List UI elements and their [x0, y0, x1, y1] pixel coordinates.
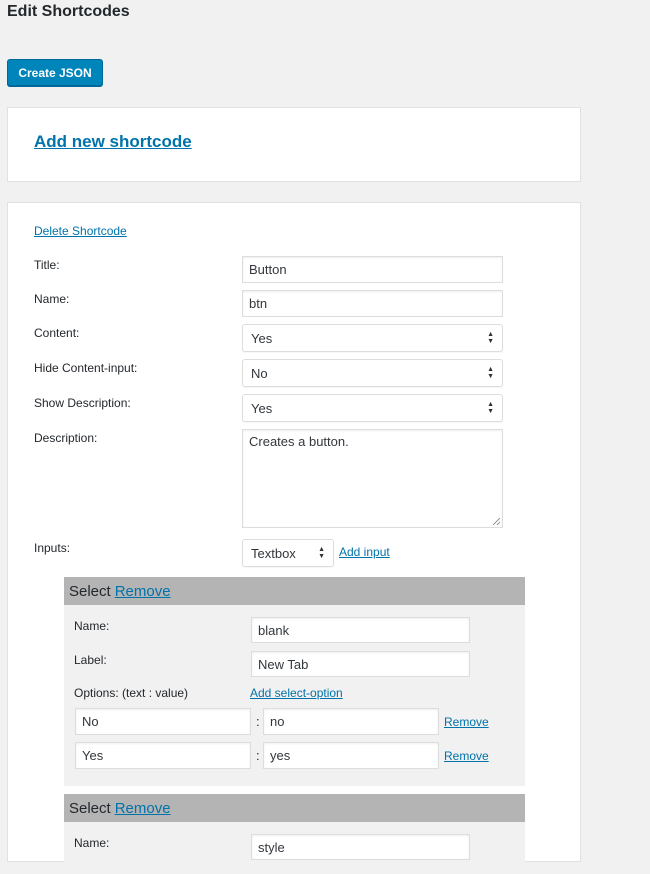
content-select-value: Yes [251, 330, 273, 346]
block-name-label: Name: [74, 836, 110, 850]
option-separator: : [256, 748, 260, 763]
hide-content-label: Hide Content-input: [34, 361, 138, 375]
description-textarea-value: Creates a button. [249, 434, 349, 449]
hide-content-select-value: No [251, 365, 268, 381]
description-textarea[interactable]: Creates a button. [242, 429, 503, 528]
show-description-label: Show Description: [34, 396, 131, 410]
option-text-value: No [82, 714, 99, 729]
title-input[interactable]: Button [242, 256, 503, 283]
name-label: Name: [34, 292, 70, 306]
description-label: Description: [34, 431, 98, 445]
show-description-select-value: Yes [251, 400, 273, 416]
option-text-input[interactable]: No [75, 708, 251, 735]
content-select[interactable]: Yes ▲ ▼ [242, 324, 503, 352]
option-text-input[interactable]: Yes [75, 742, 251, 769]
options-label: Options: (text : value) [74, 686, 189, 700]
option-separator: : [256, 714, 260, 729]
add-input-link[interactable]: Add input [339, 545, 390, 559]
add-new-shortcode-link[interactable]: Add new shortcode [34, 132, 192, 152]
option-value-input[interactable]: yes [263, 742, 439, 769]
create-json-button[interactable]: Create JSON [7, 59, 103, 86]
block-name-input[interactable]: style [251, 834, 470, 860]
title-label: Title: [34, 258, 60, 272]
input-block-header: Select Remove [64, 577, 525, 605]
name-input-value: btn [249, 296, 268, 311]
remove-input-link[interactable]: Remove [115, 800, 171, 817]
show-description-select[interactable]: Yes ▲ ▼ [242, 394, 503, 422]
title-input-value: Button [249, 262, 287, 277]
block-label-label: Label: [74, 653, 107, 667]
block-label-input-value: New Tab [258, 656, 309, 672]
name-input[interactable]: btn [242, 290, 503, 317]
input-block-type: Select [69, 799, 111, 817]
resize-handle-icon[interactable] [493, 518, 500, 525]
input-type-select[interactable]: Textbox ▲ ▼ [242, 539, 334, 567]
block-name-label: Name: [74, 619, 110, 633]
input-block-select: Select Remove Name: style [64, 794, 525, 874]
input-block-select: Select Remove Name: blank Label: New Tab… [64, 577, 525, 786]
option-value-value: no [270, 714, 285, 729]
select-arrows-icon: ▲ ▼ [487, 401, 494, 415]
option-text-value: Yes [82, 748, 104, 763]
block-label-input[interactable]: New Tab [251, 651, 470, 677]
select-arrows-icon: ▲ ▼ [487, 366, 494, 380]
shortcode-editor-card: Delete Shortcode Title: Button Name: btn… [7, 202, 581, 874]
hide-content-select[interactable]: No ▲ ▼ [242, 359, 503, 387]
remove-input-link[interactable]: Remove [115, 583, 171, 600]
block-name-input-value: blank [258, 622, 290, 638]
select-arrows-icon: ▲ ▼ [318, 546, 325, 560]
inputs-label: Inputs: [34, 541, 71, 555]
input-block-type: Select [69, 582, 111, 600]
option-value-value: yes [270, 748, 291, 763]
input-type-select-value: Textbox [251, 545, 296, 561]
add-shortcode-card: Add new shortcode [7, 107, 581, 182]
option-value-input[interactable]: no [263, 708, 439, 735]
content-label: Content: [34, 326, 80, 340]
remove-option-link[interactable]: Remove [444, 749, 489, 763]
page-title: Edit Shortcodes [7, 3, 130, 20]
block-name-input[interactable]: blank [251, 617, 470, 643]
remove-option-link[interactable]: Remove [444, 715, 489, 729]
input-block-header: Select Remove [64, 794, 525, 822]
delete-shortcode-link[interactable]: Delete Shortcode [34, 224, 127, 238]
add-select-option-link[interactable]: Add select-option [250, 686, 343, 700]
block-name-input-value: style [258, 839, 285, 855]
select-arrows-icon: ▲ ▼ [487, 331, 494, 345]
